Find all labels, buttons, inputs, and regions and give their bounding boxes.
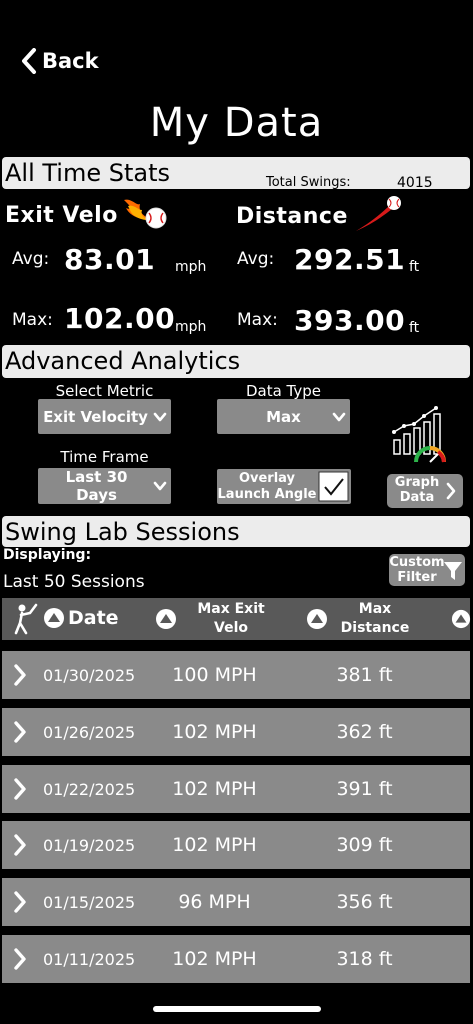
back-label: Back [42,49,99,73]
swing-lab-sessions-header: Swing Lab Sessions [2,516,470,547]
sort-up-icon[interactable] [451,608,471,630]
distance-avg-value: 292.51 [294,243,406,276]
exit-velo-max-unit: mph [175,319,207,335]
max-exit-velo-column-label: Max Exit Velo [197,601,265,636]
exit-velo-title: Exit Velo [5,203,118,228]
funnel-icon [444,562,462,580]
total-swings-value: 4015 [397,175,433,191]
time-frame-value: Last 30 Days [65,468,128,504]
chevron-right-icon [14,721,26,743]
swing-lab-sessions-title: Swing Lab Sessions [5,518,240,546]
time-frame-dropdown[interactable]: Last 30 Days [38,468,171,504]
table-row[interactable]: 01/11/2025 102 MPH 318 ft [2,935,470,983]
row-exit-velo: 100 MPH [172,664,257,686]
row-exit-velo: 102 MPH [172,721,257,743]
distance-max-label: Max: [237,310,278,330]
row-exit-velo: 102 MPH [172,778,257,800]
row-distance: 318 ft [336,948,393,970]
sort-by-exit-velo[interactable]: Max Exit Velo [155,600,281,638]
distance-max-unit: ft [409,320,420,336]
chevron-left-icon [22,48,36,74]
chevron-right-icon [14,834,26,856]
flying-baseball-icon [356,196,401,231]
chevron-down-icon [153,481,167,491]
data-type-dropdown[interactable]: Max [217,399,350,434]
row-distance: 381 ft [336,664,393,686]
data-type-value: Max [266,407,301,426]
row-date: 01/15/2025 [43,893,136,912]
flaming-baseball-icon [124,199,167,229]
exit-velo-avg-unit: mph [175,259,207,275]
row-distance: 362 ft [336,721,393,743]
select-metric-dropdown[interactable]: Exit Velocity [38,399,171,434]
overlay-launch-angle-toggle[interactable]: Overlay Launch Angle [217,469,351,504]
graph-data-button[interactable]: Graph Data [387,474,463,508]
date-column-label: Date [68,607,119,629]
sort-up-icon [156,609,176,629]
row-date: 01/19/2025 [43,836,136,855]
max-distance-column-label: Max Distance [340,601,410,636]
row-exit-velo: 96 MPH [178,891,251,913]
row-distance: 356 ft [336,891,393,913]
sessions-table-header: Date Max Exit Velo Max Distance [2,598,471,640]
custom-filter-button[interactable]: Custom Filter [389,554,465,586]
total-swings-label: Total Swings: [266,175,351,190]
displaying-value: Last 50 Sessions [3,572,145,592]
exit-velo-avg-label: Avg: [12,249,50,269]
table-row[interactable]: 01/30/2025 100 MPH 381 ft [2,651,470,699]
row-exit-velo: 102 MPH [172,834,257,856]
chart-gauge-icon [392,406,446,463]
advanced-analytics-header: Advanced Analytics [2,345,470,378]
row-distance: 309 ft [336,834,393,856]
sort-up-icon [44,608,64,628]
row-date: 01/11/2025 [43,950,136,969]
sort-by-date[interactable]: Date [43,607,119,629]
table-row[interactable]: 01/22/2025 102 MPH 391 ft [2,765,470,813]
custom-filter-label: Custom Filter [389,555,445,585]
exit-velo-max-value: 102.00 [64,302,176,335]
data-type-label: Data Type [245,382,322,400]
overlay-launch-angle-label: Overlay Launch Angle [217,470,317,502]
back-button[interactable]: Back [20,48,99,74]
time-frame-label: Time Frame [60,448,149,466]
table-row[interactable]: 01/15/2025 96 MPH 356 ft [2,878,470,926]
exit-velo-avg-value: 83.01 [64,243,156,276]
advanced-analytics-title: Advanced Analytics [5,347,241,375]
displaying-label: Displaying: [3,547,92,563]
home-indicator[interactable] [153,1006,321,1012]
distance-title: Distance [236,204,348,229]
distance-avg-unit: ft [409,259,420,275]
all-time-stats-title: All Time Stats [5,159,171,187]
exit-velo-max-label: Max: [12,310,53,330]
graph-data-label: Graph Data [394,475,440,505]
sort-up-icon [307,609,327,629]
chevron-right-icon [14,778,26,800]
row-date: 01/30/2025 [43,666,136,685]
page-title: My Data [149,100,324,146]
chevron-right-icon [14,948,26,970]
table-row[interactable]: 01/19/2025 102 MPH 309 ft [2,821,470,869]
select-metric-label: Select Metric [55,382,154,400]
chevron-down-icon [153,412,167,421]
row-distance: 391 ft [336,778,393,800]
distance-max-value: 393.00 [294,304,406,337]
batter-icon[interactable] [10,603,38,635]
sort-by-distance[interactable]: Max Distance [306,600,418,638]
row-date: 01/26/2025 [43,723,136,742]
chevron-right-icon [14,664,26,686]
select-metric-value: Exit Velocity [43,407,148,426]
chevron-right-icon [14,891,26,913]
chevron-right-icon [446,482,456,500]
chevron-down-icon [332,412,346,421]
row-date: 01/22/2025 [43,780,136,799]
distance-avg-label: Avg: [237,249,275,269]
row-exit-velo: 102 MPH [172,948,257,970]
checkbox-checked-icon [318,471,349,502]
table-row[interactable]: 01/26/2025 102 MPH 362 ft [2,708,470,756]
